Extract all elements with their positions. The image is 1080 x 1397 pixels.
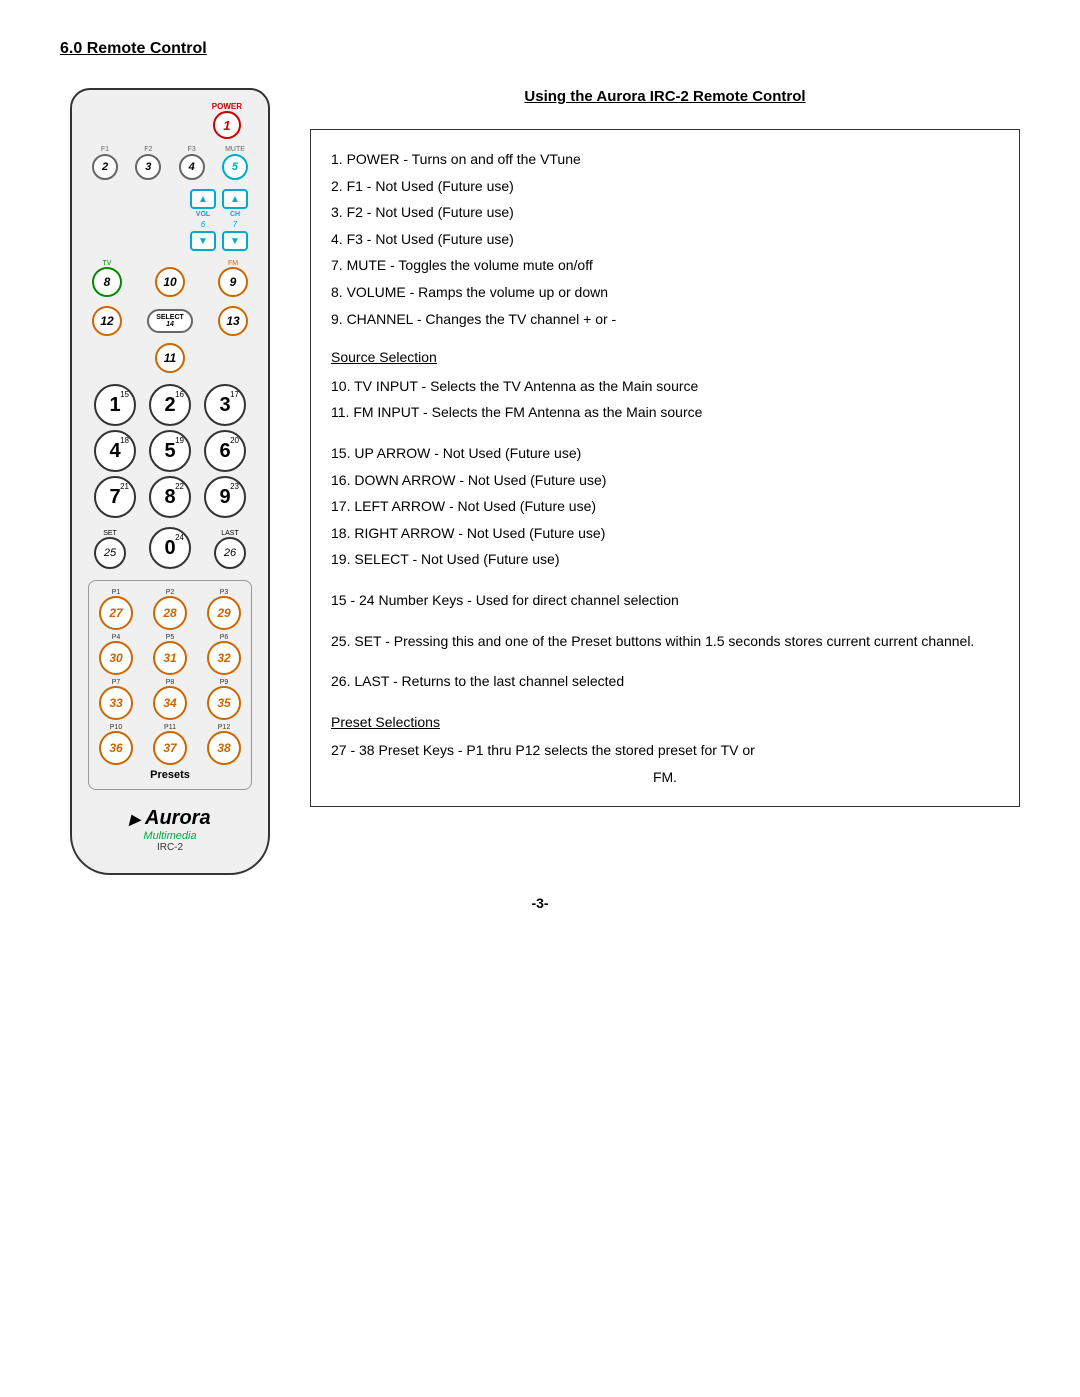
instr-4: 4. F3 - Not Used (Future use) bbox=[331, 226, 999, 253]
n12-button[interactable]: 12 bbox=[92, 306, 122, 336]
f3-button[interactable]: 4 bbox=[179, 154, 205, 180]
p11-button[interactable]: 37 bbox=[153, 731, 187, 765]
f3-label: F3 bbox=[188, 146, 196, 153]
preset-text: 27 - 38 Preset Keys - P1 thru P12 select… bbox=[331, 737, 999, 764]
instr-8: 8. VOLUME - Ramps the volume up or down bbox=[331, 279, 999, 306]
instr-15: 15. UP ARROW - Not Used (Future use) bbox=[331, 440, 999, 467]
n10-button[interactable]: 10 bbox=[155, 267, 185, 297]
vol-down-button[interactable]: ▼ bbox=[190, 231, 216, 251]
p8-button[interactable]: 34 bbox=[153, 686, 187, 720]
num1-button[interactable]: 115 bbox=[94, 384, 136, 426]
source-selection-title: Source Selection bbox=[331, 344, 999, 371]
num8-button[interactable]: 822 bbox=[149, 476, 191, 518]
tv-label: TV bbox=[103, 260, 112, 267]
num2-button[interactable]: 216 bbox=[149, 384, 191, 426]
n13-button[interactable]: 13 bbox=[218, 306, 248, 336]
vol-label: VOL bbox=[196, 211, 210, 218]
instr-10: 10. TV INPUT - Selects the TV Antenna as… bbox=[331, 373, 999, 400]
numkeys-text: 15 - 24 Number Keys - Used for direct ch… bbox=[331, 587, 999, 614]
num3-button[interactable]: 317 bbox=[204, 384, 246, 426]
presets-box: P1 27 P2 28 P3 29 bbox=[88, 580, 252, 790]
vol-up-button[interactable]: ▲ bbox=[190, 189, 216, 209]
instr-1: 1. POWER - Turns on and off the VTune bbox=[331, 146, 999, 173]
f2-label: F2 bbox=[144, 146, 152, 153]
instr-7: 7. MUTE - Toggles the volume mute on/off bbox=[331, 252, 999, 279]
n10-spacer bbox=[169, 260, 171, 267]
num7-button[interactable]: 721 bbox=[94, 476, 136, 518]
right-content: Using the Aurora IRC-2 Remote Control 1.… bbox=[310, 88, 1020, 807]
set-label: SET bbox=[103, 530, 117, 537]
select-button[interactable]: SELECT 14 bbox=[147, 309, 193, 333]
presets-title: Presets bbox=[99, 769, 241, 781]
preset-text-2: FM. bbox=[331, 764, 999, 791]
instr-18: 18. RIGHT ARROW - Not Used (Future use) bbox=[331, 520, 999, 547]
section-title: 6.0 Remote Control bbox=[60, 40, 1020, 58]
p6-button[interactable]: 32 bbox=[207, 641, 241, 675]
last-button[interactable]: 26 bbox=[214, 537, 246, 569]
tv-button[interactable]: 8 bbox=[92, 267, 122, 297]
ch-label: CH bbox=[230, 211, 240, 218]
num4-button[interactable]: 418 bbox=[94, 430, 136, 472]
p7-button[interactable]: 33 bbox=[99, 686, 133, 720]
power-button[interactable]: 1 bbox=[213, 111, 241, 139]
logo-multimedia: Multimedia bbox=[129, 830, 210, 842]
f1-label: F1 bbox=[101, 146, 109, 153]
p4-button[interactable]: 30 bbox=[99, 641, 133, 675]
p3-button[interactable]: 29 bbox=[207, 596, 241, 630]
num5-button[interactable]: 519 bbox=[149, 430, 191, 472]
instr-16: 16. DOWN ARROW - Not Used (Future use) bbox=[331, 467, 999, 494]
remote-control: POWER 1 F1 2 F2 3 F3 4 bbox=[70, 88, 270, 875]
set-button[interactable]: 25 bbox=[94, 537, 126, 569]
info-box: 1. POWER - Turns on and off the VTune 2.… bbox=[310, 129, 1020, 807]
instr-19: 19. SELECT - Not Used (Future use) bbox=[331, 546, 999, 573]
instr-11: 11. FM INPUT - Selects the FM Antenna as… bbox=[331, 399, 999, 426]
fm-label: FM bbox=[228, 260, 238, 267]
vol-num: 6 bbox=[201, 220, 205, 229]
logo-aurora: Aurora bbox=[145, 807, 211, 829]
p10-button[interactable]: 36 bbox=[99, 731, 133, 765]
fm-button[interactable]: 9 bbox=[218, 267, 248, 297]
mute-button[interactable]: 5 bbox=[222, 154, 248, 180]
p1-button[interactable]: 27 bbox=[99, 596, 133, 630]
f1-button[interactable]: 2 bbox=[92, 154, 118, 180]
power-label: POWER bbox=[212, 102, 242, 111]
num6-button[interactable]: 620 bbox=[204, 430, 246, 472]
remote-title: Using the Aurora IRC-2 Remote Control bbox=[310, 88, 1020, 105]
ch-num: 7 bbox=[233, 220, 237, 229]
preset-title: Preset Selections bbox=[331, 709, 999, 736]
p2-button[interactable]: 28 bbox=[153, 596, 187, 630]
last-text: 26. LAST - Returns to the last channel s… bbox=[331, 668, 999, 695]
set-text: 25. SET - Pressing this and one of the P… bbox=[331, 628, 999, 655]
f2-button[interactable]: 3 bbox=[135, 154, 161, 180]
instr-9: 9. CHANNEL - Changes the TV channel + or… bbox=[331, 306, 999, 333]
model-name: IRC-2 bbox=[129, 842, 210, 853]
ch-down-button[interactable]: ▼ bbox=[222, 231, 248, 251]
n11-button[interactable]: 11 bbox=[155, 343, 185, 373]
num9-button[interactable]: 923 bbox=[204, 476, 246, 518]
p9-button[interactable]: 35 bbox=[207, 686, 241, 720]
instr-2: 2. F1 - Not Used (Future use) bbox=[331, 173, 999, 200]
zero-button[interactable]: 024 bbox=[149, 527, 191, 569]
instr-17: 17. LEFT ARROW - Not Used (Future use) bbox=[331, 493, 999, 520]
ch-up-button[interactable]: ▲ bbox=[222, 189, 248, 209]
p5-button[interactable]: 31 bbox=[153, 641, 187, 675]
aurora-logo: ▶ Aurora Multimedia IRC-2 bbox=[129, 807, 210, 853]
mute-label: MUTE bbox=[225, 146, 245, 153]
p12-button[interactable]: 38 bbox=[207, 731, 241, 765]
instr-3: 3. F2 - Not Used (Future use) bbox=[331, 199, 999, 226]
page-number: -3- bbox=[60, 895, 1020, 911]
remote-container: POWER 1 F1 2 F2 3 F3 4 bbox=[60, 88, 280, 875]
last-label: LAST bbox=[221, 530, 239, 537]
